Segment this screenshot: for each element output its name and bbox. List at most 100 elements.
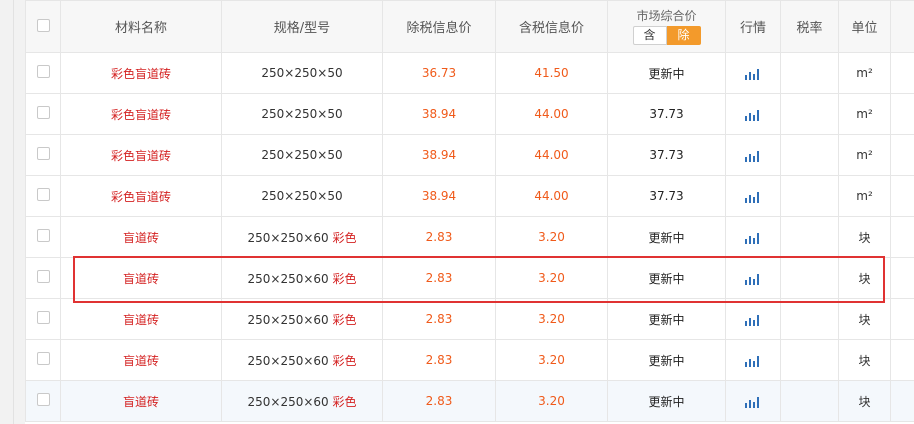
column-header-extra	[890, 0, 914, 53]
bar-chart-icon[interactable]	[745, 355, 761, 367]
left-gutter	[0, 0, 25, 424]
tax-rate	[780, 216, 839, 258]
table-row[interactable]: 盲道砖 250×250×60 彩色 2.83 3.20 更新中块	[25, 257, 914, 299]
table-row[interactable]: 盲道砖 250×250×60 彩色 2.83 3.20 更新中块	[25, 298, 914, 340]
spec-cell: 250×250×60 彩色	[221, 380, 383, 422]
spec-text: 250×250×60	[247, 230, 329, 245]
material-name[interactable]: 彩色盲道砖	[60, 93, 222, 135]
row-checkbox[interactable]	[36, 188, 50, 201]
bar-chart-icon[interactable]	[745, 109, 761, 121]
tax-excl-option[interactable]: 除	[666, 26, 701, 45]
material-name[interactable]: 彩色盲道砖	[60, 175, 222, 217]
bar-chart-icon[interactable]	[745, 232, 761, 244]
trend-cell	[725, 134, 781, 176]
price-ex-tax: 2.83	[382, 339, 496, 381]
row-checkbox[interactable]	[36, 270, 50, 283]
row-checkbox[interactable]	[36, 393, 50, 406]
spec-cell: 250×250×60 彩色	[221, 257, 383, 299]
market-price: 更新中	[607, 298, 726, 340]
column-header-price-in[interactable]: 含税信息价	[495, 0, 608, 53]
row-checkbox[interactable]	[36, 229, 50, 242]
column-header-price-ex[interactable]: 除税信息价	[382, 0, 496, 53]
price-ex-tax: 38.94	[382, 134, 496, 176]
price-ex-tax: 2.83	[382, 298, 496, 340]
table-header-row: 材料名称 规格/型号 除税信息价 含税信息价 市场综合价 含 除 行情 税率 单…	[25, 0, 914, 53]
row-checkbox[interactable]	[36, 65, 50, 78]
table-row[interactable]: 盲道砖 250×250×60 彩色 2.83 3.20 更新中块	[25, 339, 914, 381]
spec-text: 250×250×50	[261, 107, 343, 121]
row-checkbox[interactable]	[36, 147, 50, 160]
unit-cell: m²	[838, 134, 891, 176]
market-header-title[interactable]: 市场综合价	[609, 7, 725, 24]
trend-cell	[725, 339, 781, 381]
price-table: 材料名称 规格/型号 除税信息价 含税信息价 市场综合价 含 除 行情 税率 单…	[25, 0, 914, 422]
trend-cell	[725, 175, 781, 217]
row-select-cell	[25, 257, 61, 299]
table-row[interactable]: 彩色盲道砖 250×250×50 38.94 44.00 37.73 m²	[25, 93, 914, 135]
table-row[interactable]: 盲道砖 250×250×60 彩色 2.83 3.20 更新中块	[25, 380, 914, 422]
material-name[interactable]: 彩色盲道砖	[60, 52, 222, 94]
bar-chart-icon[interactable]	[745, 150, 761, 162]
tax-rate	[780, 175, 839, 217]
price-in-tax: 44.00	[495, 93, 608, 135]
table-row[interactable]: 彩色盲道砖 250×250×50 36.73 41.50 更新中 m²	[25, 52, 914, 94]
market-price: 更新中	[607, 339, 726, 381]
tax-rate	[780, 134, 839, 176]
spec-color: 彩色	[332, 394, 357, 409]
column-header-name[interactable]: 材料名称	[60, 0, 222, 53]
spec-text: 250×250×60	[247, 271, 329, 286]
material-name[interactable]: 盲道砖	[60, 339, 222, 381]
table-row[interactable]: 盲道砖 250×250×60 彩色 2.83 3.20 更新中块	[25, 216, 914, 258]
price-ex-tax: 36.73	[382, 52, 496, 94]
table-row[interactable]: 彩色盲道砖 250×250×50 38.94 44.00 37.73 m²	[25, 134, 914, 176]
extra-cell	[890, 52, 914, 94]
row-checkbox[interactable]	[36, 352, 50, 365]
row-checkbox[interactable]	[36, 106, 50, 119]
spec-cell: 250×250×50	[221, 175, 383, 217]
market-price: 37.73	[607, 134, 726, 176]
market-price: 更新中	[607, 216, 726, 258]
column-header-tax: 税率	[780, 0, 839, 53]
price-in-tax: 3.20	[495, 257, 608, 299]
trend-cell	[725, 298, 781, 340]
bar-chart-icon[interactable]	[745, 314, 761, 326]
extra-cell	[890, 175, 914, 217]
price-ex-tax: 38.94	[382, 93, 496, 135]
table-row[interactable]: 彩色盲道砖 250×250×50 38.94 44.00 37.73 m²	[25, 175, 914, 217]
market-price: 更新中	[607, 257, 726, 299]
select-all-checkbox[interactable]	[36, 19, 50, 32]
bar-chart-icon[interactable]	[745, 396, 761, 408]
trend-cell	[725, 216, 781, 258]
market-price: 更新中	[607, 380, 726, 422]
row-select-cell	[25, 380, 61, 422]
trend-cell	[725, 257, 781, 299]
spec-color: 彩色	[332, 271, 357, 286]
bar-chart-icon[interactable]	[745, 273, 761, 285]
column-header-spec[interactable]: 规格/型号	[221, 0, 383, 53]
extra-cell	[890, 257, 914, 299]
spec-color: 彩色	[332, 312, 357, 327]
price-in-tax: 3.20	[495, 298, 608, 340]
material-name[interactable]: 盲道砖	[60, 216, 222, 258]
price-in-tax: 3.20	[495, 216, 608, 258]
unit-cell: 块	[838, 339, 891, 381]
select-all-cell	[25, 0, 61, 53]
price-in-tax: 3.20	[495, 339, 608, 381]
material-name[interactable]: 盲道砖	[60, 298, 222, 340]
spec-text: 250×250×50	[261, 189, 343, 203]
extra-cell	[890, 380, 914, 422]
spec-color: 彩色	[332, 230, 357, 245]
spec-cell: 250×250×50	[221, 134, 383, 176]
spec-cell: 250×250×50	[221, 52, 383, 94]
tax-incl-option[interactable]: 含	[632, 26, 667, 45]
tax-rate	[780, 380, 839, 422]
material-name[interactable]: 彩色盲道砖	[60, 134, 222, 176]
material-name[interactable]: 盲道砖	[60, 257, 222, 299]
material-name[interactable]: 盲道砖	[60, 380, 222, 422]
tax-toggle[interactable]: 含 除	[632, 26, 701, 45]
market-price: 更新中	[607, 52, 726, 94]
price-in-tax: 3.20	[495, 380, 608, 422]
row-checkbox[interactable]	[36, 311, 50, 324]
bar-chart-icon[interactable]	[745, 191, 761, 203]
bar-chart-icon[interactable]	[745, 68, 761, 80]
